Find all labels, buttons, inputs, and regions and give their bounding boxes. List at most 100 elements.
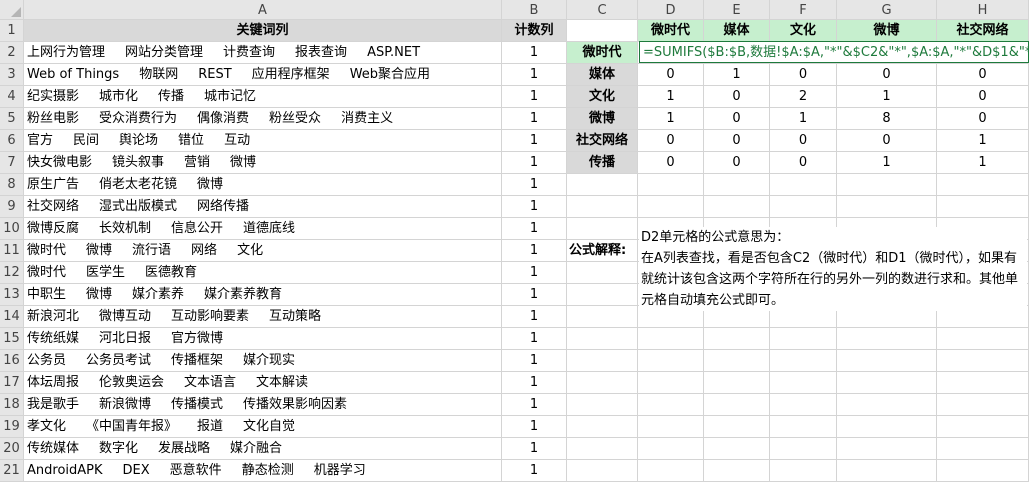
empty-cell[interactable] bbox=[704, 328, 770, 350]
keyword-cell[interactable]: 上网行为管理 网站分类管理 计费查询 报表查询 ASP.NET bbox=[24, 42, 502, 64]
matrix-value-cell[interactable]: 0 bbox=[704, 86, 770, 108]
empty-cell[interactable] bbox=[937, 372, 1029, 394]
count-cell[interactable]: 1 bbox=[502, 174, 567, 196]
matrix-value-cell[interactable]: 0 bbox=[937, 64, 1029, 86]
empty-cell[interactable] bbox=[770, 174, 837, 196]
empty-cell[interactable] bbox=[704, 394, 770, 416]
column-header-f[interactable]: F bbox=[770, 0, 837, 20]
empty-cell[interactable] bbox=[638, 328, 704, 350]
empty-cell[interactable] bbox=[770, 328, 837, 350]
matrix-column-header[interactable]: 微博 bbox=[837, 20, 937, 42]
row-header-18[interactable]: 18 bbox=[0, 394, 24, 416]
row-header-7[interactable]: 7 bbox=[0, 152, 24, 174]
matrix-value-cell[interactable]: 0 bbox=[937, 108, 1029, 130]
matrix-value-cell[interactable]: 0 bbox=[770, 152, 837, 174]
matrix-column-header[interactable]: 微时代 bbox=[638, 20, 704, 42]
empty-cell[interactable] bbox=[567, 284, 638, 306]
row-header-2[interactable]: 2 bbox=[0, 42, 24, 64]
empty-cell[interactable] bbox=[638, 350, 704, 372]
count-cell[interactable]: 1 bbox=[502, 328, 567, 350]
matrix-value-cell[interactable]: 0 bbox=[704, 130, 770, 152]
empty-cell[interactable] bbox=[638, 416, 704, 438]
matrix-row-label[interactable]: 微博 bbox=[567, 108, 638, 130]
keyword-cell[interactable]: 官方 民间 舆论场 错位 互动 bbox=[24, 130, 502, 152]
column-header-d[interactable]: D bbox=[638, 0, 704, 20]
count-cell[interactable]: 1 bbox=[502, 152, 567, 174]
empty-cell[interactable] bbox=[937, 416, 1029, 438]
keyword-cell[interactable]: AndroidAPK DEX 恶意软件 静态检测 机器学习 bbox=[24, 460, 502, 482]
count-cell[interactable]: 1 bbox=[502, 196, 567, 218]
empty-cell[interactable] bbox=[704, 460, 770, 482]
empty-cell[interactable] bbox=[837, 416, 937, 438]
empty-cell[interactable] bbox=[937, 460, 1029, 482]
empty-cell[interactable] bbox=[704, 174, 770, 196]
row-header-15[interactable]: 15 bbox=[0, 328, 24, 350]
empty-cell[interactable] bbox=[770, 438, 837, 460]
empty-cell[interactable] bbox=[638, 174, 704, 196]
empty-cell[interactable] bbox=[567, 174, 638, 196]
matrix-value-cell[interactable]: 1 bbox=[837, 86, 937, 108]
row-header-12[interactable]: 12 bbox=[0, 262, 24, 284]
keyword-cell[interactable]: 微时代 微博 流行语 网络 文化 bbox=[24, 240, 502, 262]
keyword-cell[interactable]: 孝文化 《中国青年报》 报道 文化自觉 bbox=[24, 416, 502, 438]
matrix-value-cell[interactable]: 0 bbox=[638, 130, 704, 152]
matrix-value-cell[interactable]: 2 bbox=[770, 86, 837, 108]
keyword-cell[interactable]: 快女微电影 镜头叙事 营销 微博 bbox=[24, 152, 502, 174]
empty-cell[interactable] bbox=[567, 350, 638, 372]
empty-cell[interactable] bbox=[567, 328, 638, 350]
empty-cell[interactable] bbox=[837, 350, 937, 372]
empty-cell[interactable] bbox=[638, 438, 704, 460]
count-cell[interactable]: 1 bbox=[502, 218, 567, 240]
empty-cell[interactable] bbox=[770, 394, 837, 416]
empty-cell[interactable] bbox=[770, 196, 837, 218]
column-header-e[interactable]: E bbox=[704, 0, 770, 20]
count-cell[interactable]: 1 bbox=[502, 86, 567, 108]
row-header-6[interactable]: 6 bbox=[0, 130, 24, 152]
empty-cell[interactable] bbox=[567, 460, 638, 482]
matrix-row-label[interactable]: 社交网络 bbox=[567, 130, 638, 152]
keyword-cell[interactable]: 中职生 微博 媒介素养 媒介素养教育 bbox=[24, 284, 502, 306]
count-cell[interactable]: 1 bbox=[502, 394, 567, 416]
keyword-cell[interactable]: 纪实摄影 城市化 传播 城市记忆 bbox=[24, 86, 502, 108]
matrix-value-cell[interactable]: 0 bbox=[704, 152, 770, 174]
empty-cell[interactable] bbox=[567, 306, 638, 328]
keyword-cell[interactable]: 原生广告 俏老太老花镜 微博 bbox=[24, 174, 502, 196]
count-cell[interactable]: 1 bbox=[502, 240, 567, 262]
count-cell[interactable]: 1 bbox=[502, 64, 567, 86]
keyword-cell[interactable]: 社交网络 湿式出版模式 网络传播 bbox=[24, 196, 502, 218]
count-cell[interactable]: 1 bbox=[502, 108, 567, 130]
keyword-cell[interactable]: 微时代 医学生 医德教育 bbox=[24, 262, 502, 284]
matrix-value-cell[interactable]: 1 bbox=[704, 64, 770, 86]
empty-cell[interactable] bbox=[837, 174, 937, 196]
matrix-value-cell[interactable]: 1 bbox=[638, 86, 704, 108]
empty-cell[interactable] bbox=[704, 438, 770, 460]
matrix-value-cell[interactable]: 1 bbox=[937, 130, 1029, 152]
formula-input[interactable]: =SUMIFS($B:$B,数据!$A:$A,"*"&$C2&"*",$A:$A… bbox=[639, 41, 1029, 63]
select-all-corner[interactable] bbox=[0, 0, 24, 20]
empty-cell[interactable] bbox=[704, 350, 770, 372]
count-cell[interactable]: 1 bbox=[502, 460, 567, 482]
explanation-title[interactable]: 公式解释: bbox=[567, 240, 638, 262]
empty-cell[interactable] bbox=[837, 394, 937, 416]
empty-cell[interactable] bbox=[567, 262, 638, 284]
matrix-value-cell[interactable]: 0 bbox=[638, 64, 704, 86]
empty-cell[interactable] bbox=[638, 372, 704, 394]
count-cell[interactable]: 1 bbox=[502, 262, 567, 284]
empty-cell[interactable] bbox=[567, 416, 638, 438]
column-header-h[interactable]: H bbox=[937, 0, 1029, 20]
matrix-row-label[interactable]: 文化 bbox=[567, 86, 638, 108]
matrix-value-cell[interactable]: 0 bbox=[937, 86, 1029, 108]
column-header-c[interactable]: C bbox=[567, 0, 638, 20]
empty-cell[interactable] bbox=[704, 372, 770, 394]
empty-cell[interactable] bbox=[704, 416, 770, 438]
row-header-9[interactable]: 9 bbox=[0, 196, 24, 218]
empty-cell[interactable] bbox=[567, 20, 638, 42]
empty-cell[interactable] bbox=[567, 438, 638, 460]
row-header-10[interactable]: 10 bbox=[0, 218, 24, 240]
row-header-16[interactable]: 16 bbox=[0, 350, 24, 372]
empty-cell[interactable] bbox=[704, 196, 770, 218]
matrix-value-cell[interactable]: 0 bbox=[837, 64, 937, 86]
matrix-row-label[interactable]: 媒体 bbox=[567, 64, 638, 86]
empty-cell[interactable] bbox=[937, 196, 1029, 218]
count-cell[interactable]: 1 bbox=[502, 350, 567, 372]
